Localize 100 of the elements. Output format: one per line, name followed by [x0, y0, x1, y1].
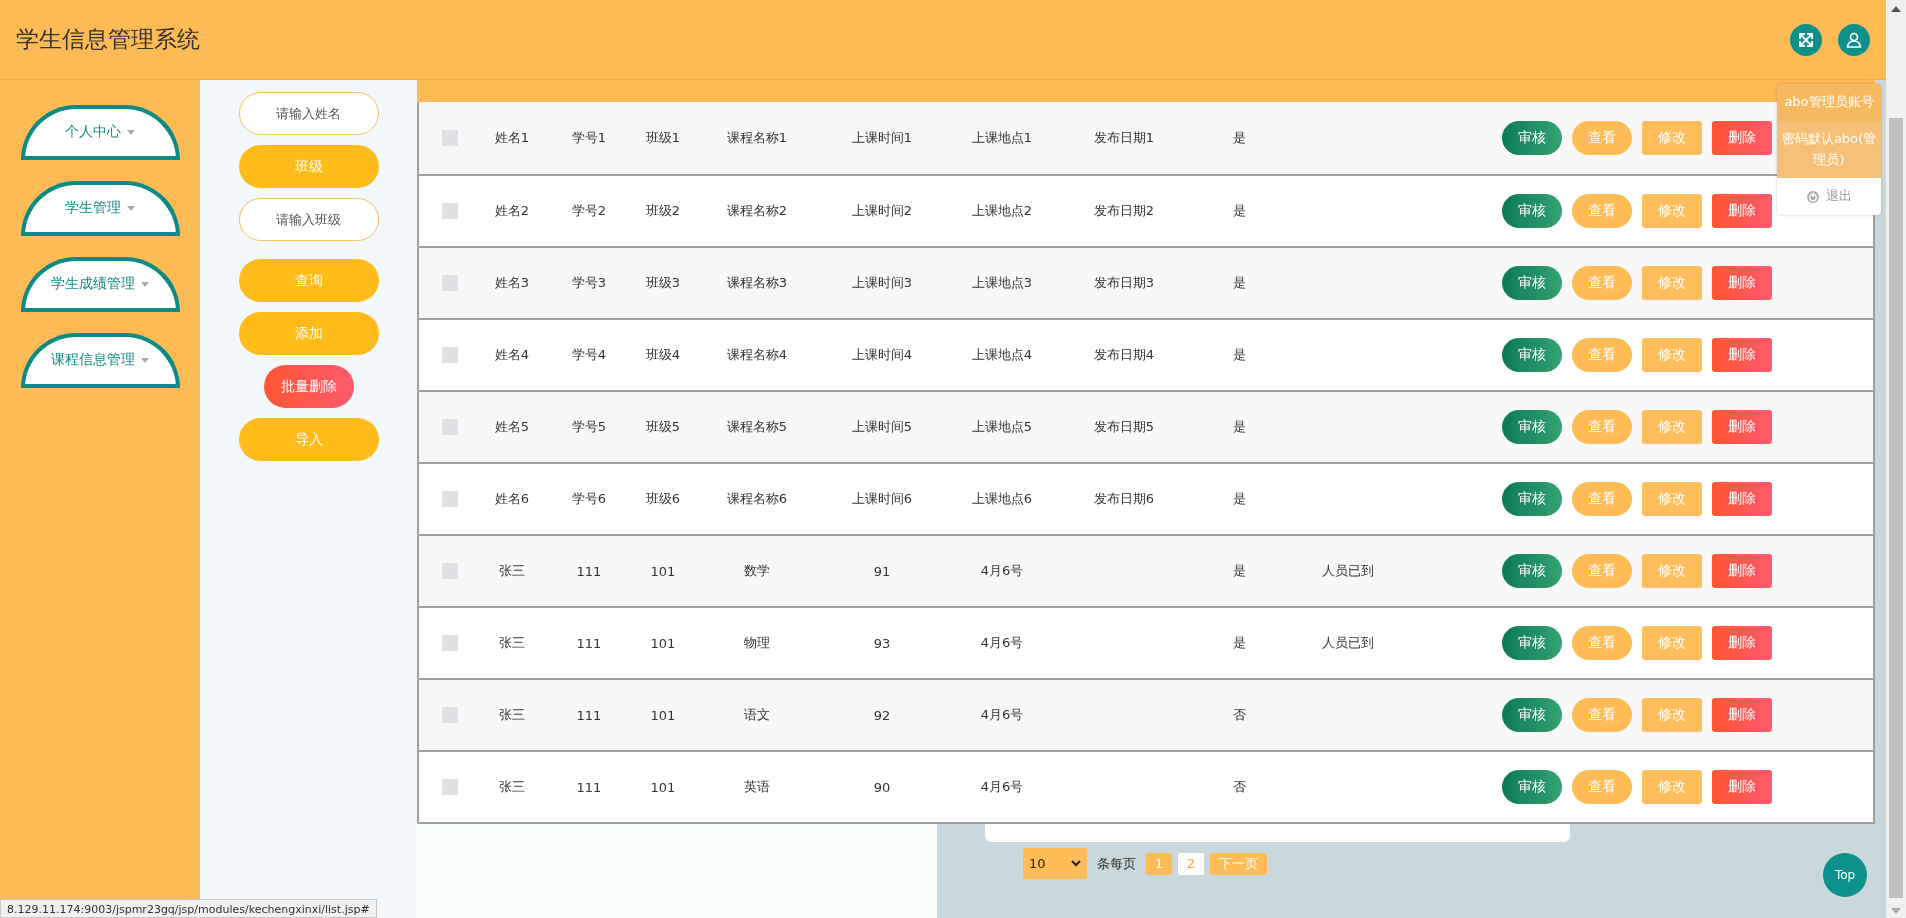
table-cell: 学号4 [571, 346, 607, 364]
view-button[interactable]: 查看 [1572, 554, 1632, 588]
review-button[interactable]: 审核 [1502, 338, 1562, 372]
search-field[interactable]: 请输入班级 [238, 198, 379, 241]
table-cell: 上课时间4 [851, 346, 913, 364]
fullscreen-button[interactable] [1790, 23, 1822, 56]
edit-button[interactable]: 修改 [1642, 554, 1702, 588]
batch-delete-button[interactable]: 批量删除 [263, 365, 354, 408]
page-button[interactable]: 1 [1146, 852, 1172, 875]
edit-button[interactable]: 修改 [1642, 626, 1702, 660]
sidebar-item[interactable]: 学生成绩管理 [20, 257, 180, 312]
table-cell: 上课时间1 [851, 129, 913, 147]
review-button[interactable]: 审核 [1502, 410, 1562, 444]
edit-button[interactable]: 修改 [1642, 338, 1702, 372]
table-cell: 英语 [744, 778, 770, 796]
page-size-select[interactable]: 10 [1023, 848, 1087, 879]
row-checkbox[interactable] [442, 347, 458, 363]
row-checkbox[interactable] [442, 130, 458, 146]
per-page-label: 条每页 [1097, 854, 1136, 873]
table-cell: 姓名2 [494, 202, 530, 220]
review-button[interactable]: 审核 [1502, 121, 1562, 155]
delete-button[interactable]: 删除 [1712, 482, 1772, 516]
table-cell: 上课时间3 [851, 274, 913, 292]
edit-button[interactable]: 修改 [1642, 266, 1702, 300]
table-cell: 班级2 [645, 202, 681, 220]
edit-button[interactable]: 修改 [1642, 410, 1702, 444]
view-button[interactable]: 查看 [1572, 194, 1632, 228]
filter-button[interactable]: 添加 [238, 312, 379, 355]
review-button[interactable]: 审核 [1502, 770, 1562, 804]
edit-button[interactable]: 修改 [1642, 482, 1702, 516]
table-cell: 是 [1232, 202, 1246, 220]
delete-button[interactable]: 删除 [1712, 698, 1772, 732]
table-cell: 物理 [744, 634, 770, 652]
row-checkbox[interactable] [442, 779, 458, 795]
delete-button[interactable]: 删除 [1712, 194, 1772, 228]
table-cell: 上课地点4 [971, 346, 1033, 364]
view-button[interactable]: 查看 [1572, 410, 1632, 444]
delete-button[interactable]: 删除 [1712, 266, 1772, 300]
search-field[interactable]: 请输入姓名 [238, 92, 379, 135]
view-button[interactable]: 查看 [1572, 698, 1632, 732]
sidebar-item[interactable]: 个人中心 [20, 105, 180, 160]
page-button[interactable]: 2 [1178, 852, 1204, 875]
table-cell: 课程名称1 [726, 129, 788, 147]
delete-button[interactable]: 删除 [1712, 410, 1772, 444]
delete-button[interactable]: 删除 [1712, 121, 1772, 155]
table-cell: 学号2 [571, 202, 607, 220]
edit-button[interactable]: 修改 [1642, 770, 1702, 804]
edit-button[interactable]: 修改 [1642, 698, 1702, 732]
delete-button[interactable]: 删除 [1712, 554, 1772, 588]
sidebar-item[interactable]: 课程信息管理 [20, 333, 180, 388]
review-button[interactable]: 审核 [1502, 194, 1562, 228]
filter-button[interactable]: 班级 [238, 145, 379, 188]
password-note: 密码默认abo(管理员) [1777, 120, 1881, 179]
table-cell: 发布日期4 [1093, 346, 1155, 364]
row-checkbox[interactable] [442, 491, 458, 507]
logout-item[interactable]: 退出 [1777, 178, 1881, 216]
table-cell: 111 [576, 635, 602, 651]
view-button[interactable]: 查看 [1572, 121, 1632, 155]
row-checkbox[interactable] [442, 707, 458, 723]
row-checkbox[interactable] [442, 635, 458, 651]
edit-button[interactable]: 修改 [1642, 194, 1702, 228]
review-button[interactable]: 审核 [1502, 482, 1562, 516]
edit-button[interactable]: 修改 [1642, 121, 1702, 155]
table-cell: 张三 [499, 778, 525, 796]
table-cell: 姓名3 [494, 274, 530, 292]
delete-button[interactable]: 删除 [1712, 770, 1772, 804]
review-button[interactable]: 审核 [1502, 626, 1562, 660]
table-cell: 101 [650, 563, 676, 579]
delete-button[interactable]: 删除 [1712, 338, 1772, 372]
view-button[interactable]: 查看 [1572, 482, 1632, 516]
table-cell: 张三 [499, 562, 525, 580]
review-button[interactable]: 审核 [1502, 698, 1562, 732]
delete-button[interactable]: 删除 [1712, 626, 1772, 660]
table-cell: 发布日期3 [1093, 274, 1155, 292]
table-cell: 否 [1232, 778, 1246, 796]
scroll-down-icon[interactable] [1891, 908, 1901, 914]
row-checkbox[interactable] [442, 419, 458, 435]
account-label: abo管理员账号 [1777, 84, 1881, 121]
review-button[interactable]: 审核 [1502, 266, 1562, 300]
table-cell: 课程名称6 [726, 490, 788, 508]
scroll-up-icon[interactable] [1891, 6, 1901, 12]
table-cell: 课程名称3 [726, 274, 788, 292]
view-button[interactable]: 查看 [1572, 626, 1632, 660]
row-checkbox[interactable] [442, 563, 458, 579]
scrollbar[interactable] [1886, 0, 1906, 918]
view-button[interactable]: 查看 [1572, 770, 1632, 804]
table-cell: 姓名1 [494, 129, 530, 147]
review-button[interactable]: 审核 [1502, 554, 1562, 588]
row-checkbox[interactable] [442, 203, 458, 219]
sidebar-item[interactable]: 学生管理 [20, 181, 180, 236]
next-page-button[interactable]: 下一页 [1210, 852, 1267, 875]
view-button[interactable]: 查看 [1572, 338, 1632, 372]
view-button[interactable]: 查看 [1572, 266, 1632, 300]
user-button[interactable] [1838, 23, 1870, 56]
table-cell: 90 [873, 779, 891, 795]
caret-icon [141, 357, 149, 363]
filter-button[interactable]: 导入 [238, 418, 379, 461]
row-checkbox[interactable] [442, 275, 458, 291]
filter-button[interactable]: 查询 [238, 259, 379, 302]
status-bar-url: 8.129.11.174:9003/jspmr23gq/jsp/modules/kechengxinxi/list.jsp# [0, 899, 377, 918]
